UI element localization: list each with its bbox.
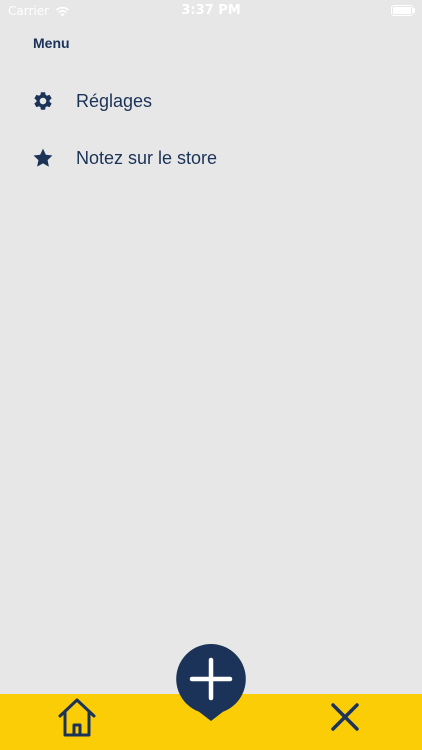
home-icon xyxy=(56,697,98,739)
menu-title: Menu xyxy=(33,35,70,51)
menu-item-label: Réglages xyxy=(76,90,153,111)
menu-item-label: Notez sur le store xyxy=(76,147,218,168)
battery-icon xyxy=(391,5,415,16)
menu-item-rate-store[interactable]: Notez sur le store xyxy=(0,135,422,181)
menu-item-settings[interactable]: Réglages xyxy=(0,78,422,124)
close-button[interactable] xyxy=(328,700,362,734)
gear-icon xyxy=(32,90,54,112)
status-time: 3:37 PM xyxy=(181,3,241,18)
home-button[interactable] xyxy=(56,697,98,739)
status-bar: Carrier 3:37 PM xyxy=(0,0,422,22)
star-icon xyxy=(32,147,54,169)
add-button[interactable] xyxy=(175,643,247,723)
menu-list: Réglages Notez sur le store xyxy=(0,78,422,192)
close-icon xyxy=(328,700,362,734)
battery-indicator xyxy=(391,5,415,16)
